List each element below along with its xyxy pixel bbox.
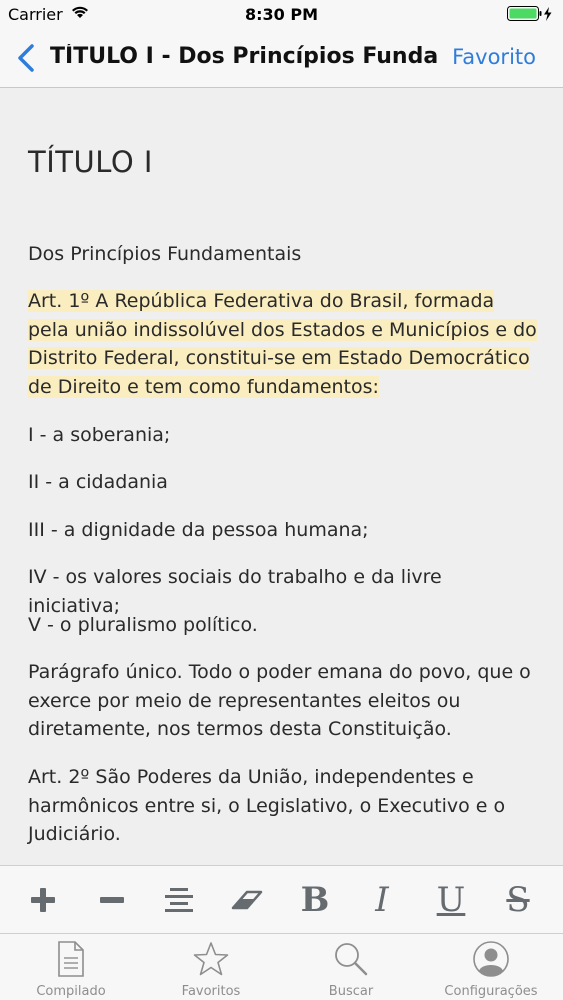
tab-configuracoes[interactable]: Configurações	[421, 934, 561, 1000]
profile-icon	[472, 940, 510, 982]
tab-favoritos[interactable]: Favoritos	[141, 934, 281, 1000]
highlighted-paragraph[interactable]: Art. 1º A República Federativa do Brasil…	[28, 287, 538, 401]
favorite-button[interactable]: Favorito	[452, 45, 536, 69]
chevron-left-icon	[18, 44, 34, 72]
page-title: TÍTULO I - Dos Princípios Fundam...	[50, 44, 440, 69]
navigation-bar: TÍTULO I - Dos Princípios Fundam... Favo…	[0, 30, 563, 88]
document-title: TÍTULO I	[28, 145, 153, 179]
document-paragraph: I - a soberania;	[28, 424, 171, 446]
document-paragraph: Dos Princípios Fundamentais	[28, 243, 302, 265]
italic-button[interactable]: I	[362, 880, 402, 920]
minus-icon	[100, 897, 124, 903]
document-paragraph: Art. 2º São Poderes da União, independen…	[28, 766, 506, 845]
document-paragraph: Parágrafo único. Todo o poder emana do p…	[28, 661, 531, 740]
underline-button[interactable]: U	[431, 880, 471, 920]
increase-font-button[interactable]	[23, 880, 63, 920]
document-content[interactable]: TÍTULO I Dos Princípios Fundamentais Art…	[0, 89, 563, 865]
eraser-button[interactable]	[227, 880, 267, 920]
formatting-toolbar: B I U S	[0, 865, 563, 933]
tab-compilado[interactable]: Compilado	[1, 934, 141, 1000]
highlight-mark: Art. 1º A República Federativa do Brasil…	[28, 290, 537, 398]
strikethrough-button[interactable]: S	[498, 880, 538, 920]
tab-bar: Compilado Favoritos Buscar Configurações	[0, 933, 563, 1000]
status-bar: Carrier 8:30 PM	[0, 0, 563, 30]
plus-icon	[31, 888, 55, 912]
status-time: 8:30 PM	[244, 5, 318, 24]
tab-label: Buscar	[328, 984, 374, 999]
back-button[interactable]	[14, 42, 38, 74]
align-center-button[interactable]	[159, 880, 199, 920]
tab-buscar[interactable]: Buscar	[281, 934, 421, 1000]
eraser-icon	[231, 890, 263, 910]
bold-button[interactable]: B	[295, 880, 335, 920]
document-icon	[56, 940, 86, 982]
battery-icon	[507, 6, 553, 26]
align-center-icon	[165, 888, 193, 912]
search-icon	[332, 940, 370, 982]
document-paragraph: V - o pluralismo político.	[28, 614, 258, 636]
tab-label: Configurações	[444, 984, 538, 999]
star-icon	[192, 940, 230, 982]
document-paragraph: III - a dignidade da pessoa humana;	[28, 519, 369, 541]
document-paragraph: II - a cidadania	[28, 471, 168, 493]
tab-label: Compilado	[36, 984, 106, 999]
decrease-font-button[interactable]	[92, 880, 132, 920]
tab-label: Favoritos	[181, 984, 241, 999]
